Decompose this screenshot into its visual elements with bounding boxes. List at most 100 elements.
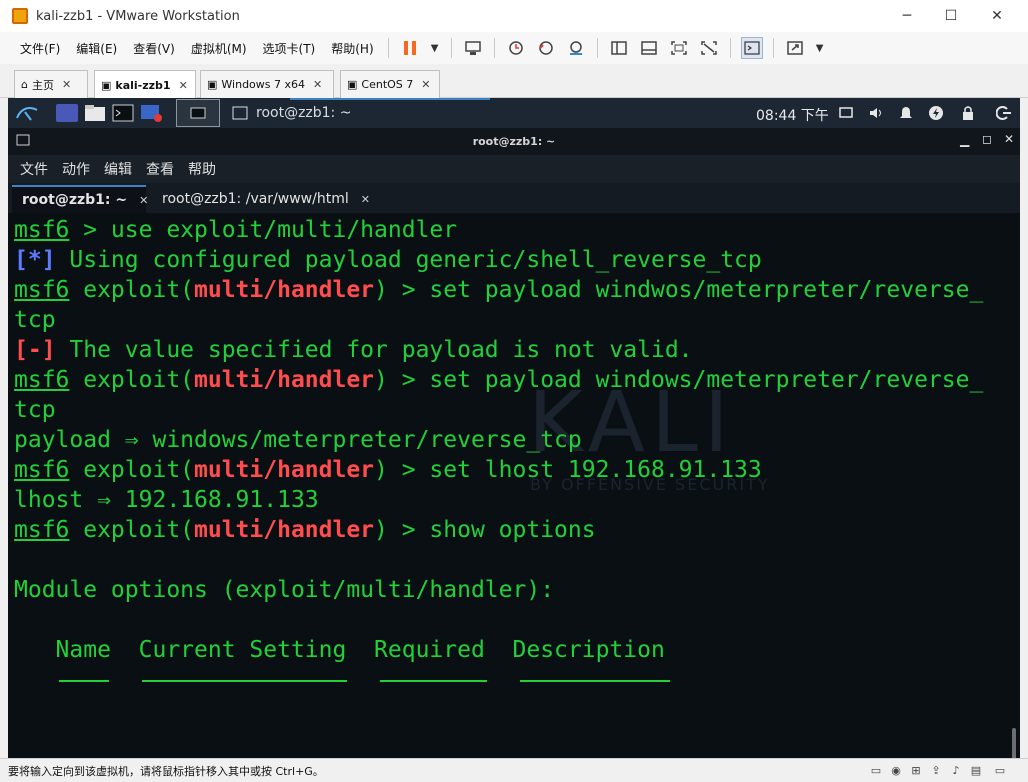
console-icon[interactable] <box>740 37 763 59</box>
snapshot-manager-icon[interactable] <box>565 37 587 59</box>
power-status-icon[interactable] <box>926 103 946 123</box>
pause-dropdown-icon[interactable]: ▼ <box>429 37 441 59</box>
terminal-menu-help[interactable]: 帮助 <box>188 159 216 179</box>
tab-label: kali-zzb1 <box>115 78 171 92</box>
cd-icon[interactable]: ◉ <box>888 762 904 778</box>
terminal-text: ) > set payload windwos/meterpreter/reve… <box>374 277 984 303</box>
terminal-menubar: 文件 动作 编辑 查看 帮助 <box>8 155 1020 183</box>
close-icon[interactable]: ✕ <box>139 194 148 207</box>
terminal-output[interactable]: KALI BY OFFENSIVE SECURITY msf6 > use ex… <box>8 213 1020 758</box>
kali-top-panel: root@zzb1: ~ 08:44 下午 <box>8 98 1020 128</box>
menu-edit[interactable]: 编辑(E) <box>76 40 117 57</box>
terminal-line: Module options (exploit/multi/handler): <box>14 575 554 605</box>
terminal-text: tcp <box>14 307 56 333</box>
fullscreen-icon[interactable] <box>668 37 690 59</box>
stretch-dropdown-icon[interactable]: ▼ <box>814 37 826 59</box>
network-icon[interactable]: ⊞ <box>908 762 924 778</box>
terminal-tab-bar: root@zzb1: ~ ✕ root@zzb1: /var/www/html … <box>8 183 1020 213</box>
msf-prompt: msf6 <box>14 457 70 483</box>
menu-tabs[interactable]: 选项卡(T) <box>263 40 316 57</box>
close-icon[interactable]: ✕ <box>313 78 322 91</box>
module-name: multi/handler <box>194 277 375 303</box>
vm-display[interactable]: root@zzb1: ~ 08:44 下午 root@zzb1: ~ ▁ ◻ ✕ <box>8 98 1020 758</box>
close-button[interactable]: ✕ <box>974 0 1020 32</box>
terminal-text: > use exploit/multi/handler <box>69 217 458 243</box>
terminal-tab-label: root@zzb1: ~ <box>22 192 128 208</box>
terminal-line: payload ⇒ windows/meterpreter/reverse_tc… <box>14 425 582 455</box>
column-underline <box>380 680 487 682</box>
module-name: multi/handler <box>194 457 375 483</box>
module-name: multi/handler <box>194 517 375 543</box>
sidebar-icon[interactable] <box>608 37 630 59</box>
terminal-text: ) > show options <box>374 517 596 543</box>
minimize-button[interactable]: ─ <box>884 0 930 32</box>
close-icon[interactable]: ✕ <box>179 79 188 92</box>
kali-menu-icon[interactable] <box>14 101 40 125</box>
unity-icon[interactable] <box>698 37 720 59</box>
vm-icon: ▣ <box>101 78 112 92</box>
terminal-maximize-button[interactable]: ◻ <box>982 132 992 146</box>
pause-icon[interactable] <box>399 37 421 59</box>
menu-vm[interactable]: 虚拟机(M) <box>191 40 247 57</box>
terminal-tab-www[interactable]: root@zzb1: /var/www/html ✕ <box>152 185 382 213</box>
terminal-close-button[interactable]: ✕ <box>1004 132 1014 146</box>
volume-icon[interactable] <box>866 103 886 123</box>
usb-icon[interactable]: ⇪ <box>928 762 944 778</box>
terminal-launcher-icon[interactable] <box>112 101 134 125</box>
hdd-icon[interactable]: ▭ <box>868 762 884 778</box>
send-ctrl-alt-del-icon[interactable] <box>462 37 484 59</box>
maximize-button[interactable]: ☐ <box>928 0 974 32</box>
thumbnail-icon[interactable] <box>638 37 660 59</box>
active-window-title[interactable]: root@zzb1: ~ <box>256 105 351 121</box>
terminal-minimize-button[interactable]: ▁ <box>960 133 969 147</box>
revert-snapshot-icon[interactable] <box>535 37 557 59</box>
lock-icon[interactable] <box>958 103 978 123</box>
tab-centos7[interactable]: ▣ CentOS 7 ✕ <box>340 70 440 98</box>
terminal-menu-view[interactable]: 查看 <box>146 159 174 179</box>
terminal-title-bar: root@zzb1: ~ ▁ ◻ ✕ <box>8 128 1020 155</box>
workspace-icon[interactable] <box>56 101 78 125</box>
clock[interactable]: 08:44 下午 <box>756 105 829 125</box>
active-window-indicator <box>290 98 490 100</box>
sound-icon[interactable]: ♪ <box>948 762 964 778</box>
terminal-menu-edit[interactable]: 编辑 <box>104 159 132 179</box>
terminal-line: tcp <box>14 305 56 335</box>
terminal-window-menu-icon[interactable] <box>16 134 30 149</box>
column-underline <box>520 680 670 682</box>
tab-windows7[interactable]: ▣ Windows 7 x64 ✕ <box>200 70 334 98</box>
terminal-scrollbar[interactable] <box>1012 728 1016 758</box>
module-name: multi/handler <box>194 367 375 393</box>
close-icon[interactable]: ✕ <box>62 78 71 91</box>
home-icon: ⌂ <box>21 78 28 91</box>
tab-kali-zzb1[interactable]: ▣ kali-zzb1 ✕ <box>94 70 196 99</box>
stretch-icon[interactable] <box>784 37 806 59</box>
menu-file[interactable]: 文件(F) <box>20 40 60 57</box>
terminal-tab-home[interactable]: root@zzb1: ~ ✕ <box>12 185 148 213</box>
toolbar-separator <box>387 38 389 58</box>
terminal-menu-file[interactable]: 文件 <box>20 159 48 179</box>
menu-view[interactable]: 查看(V) <box>133 40 175 57</box>
terminal-line: lhost ⇒ 192.168.91.133 <box>14 485 319 515</box>
display-icon[interactable]: ▭ <box>992 762 1008 778</box>
printer-icon[interactable]: ▤ <box>968 762 984 778</box>
terminal-text: Name Current Setting Required Descriptio… <box>14 637 665 663</box>
file-manager-icon[interactable] <box>84 101 106 125</box>
screen-icon[interactable] <box>836 103 856 123</box>
logout-icon[interactable] <box>994 103 1014 123</box>
terminal-line: [-] The value specified for payload is n… <box>14 335 693 365</box>
close-icon[interactable]: ✕ <box>421 78 430 91</box>
terminal-text: lhost ⇒ 192.168.91.133 <box>14 487 319 513</box>
terminal-tab-label: root@zzb1: /var/www/html <box>162 191 349 207</box>
terminal-text: tcp <box>14 397 56 423</box>
tab-home[interactable]: ⌂ 主页 ✕ <box>14 70 88 98</box>
vm-icon: ▣ <box>347 78 358 91</box>
menu-help[interactable]: 帮助(H) <box>331 40 373 57</box>
close-icon[interactable]: ✕ <box>361 193 370 206</box>
msf-prompt: msf6 <box>14 517 70 543</box>
bell-icon[interactable] <box>896 103 916 123</box>
snapshot-icon[interactable] <box>505 37 527 59</box>
taskbar-window-preview-icon[interactable] <box>176 99 220 127</box>
terminal-menu-actions[interactable]: 动作 <box>62 159 90 179</box>
terminal-line: [*] Using configured payload generic/she… <box>14 245 762 275</box>
browser-launcher-icon[interactable] <box>140 101 162 125</box>
